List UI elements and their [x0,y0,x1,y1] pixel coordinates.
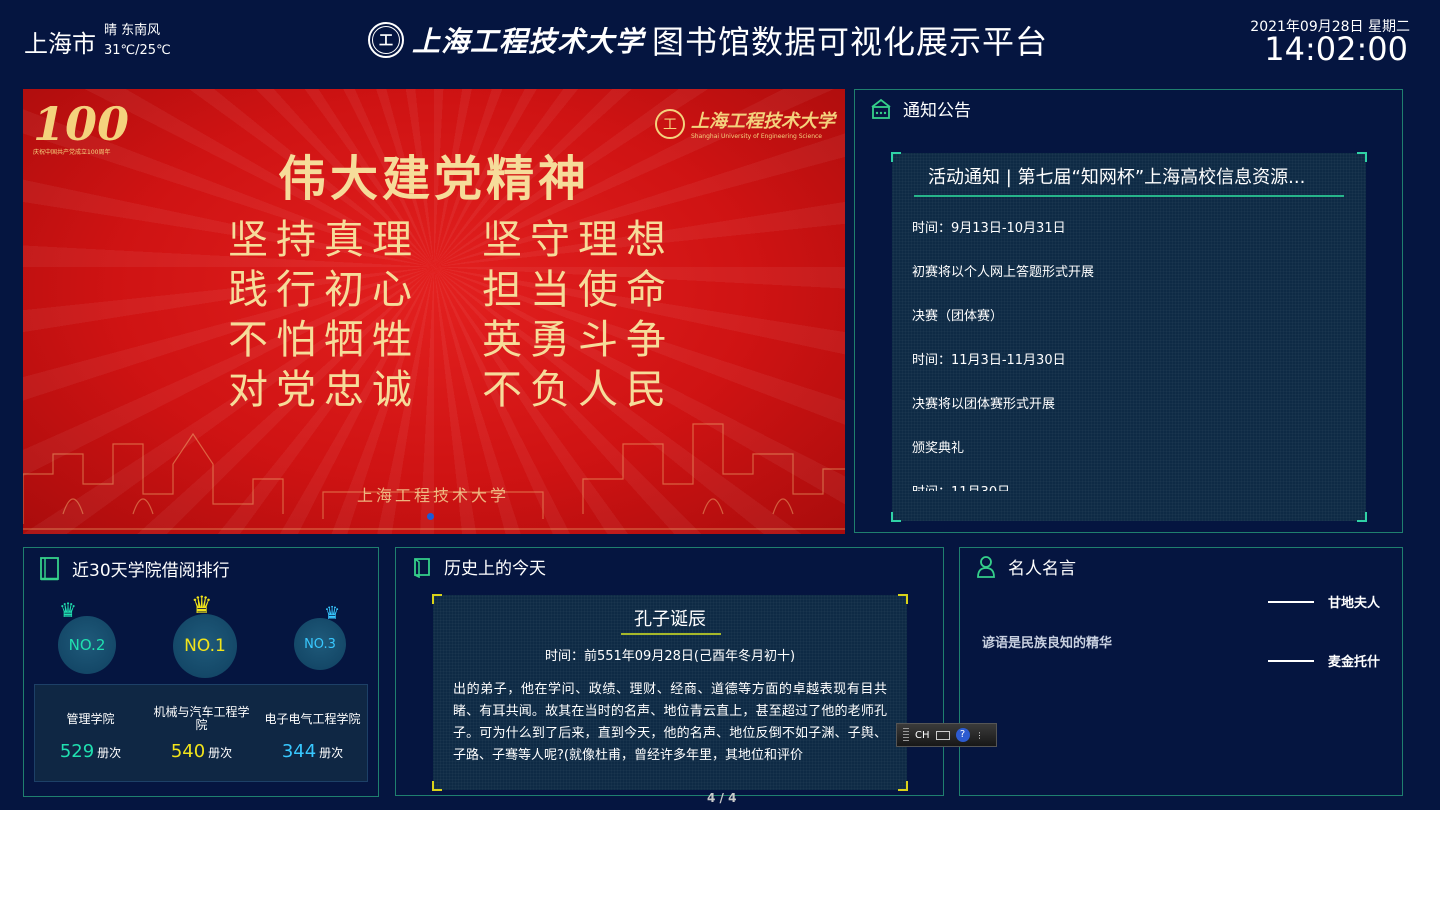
notice-line: 时间：11月3日-11月30日 [912,353,1066,368]
ranking-item: 机械与汽车工程学院 540 册次 [146,685,257,763]
ranking-item: 电子电气工程学院 344 册次 [257,685,368,762]
notice-board-icon [869,97,893,121]
slogan: 英勇斗争 [482,317,674,363]
ime-language[interactable]: CH [915,730,930,741]
banner-headline: 伟大建党精神 [277,151,590,207]
slogan: 担当使命 [482,267,674,313]
rank-badge-1: NO.1 [173,614,237,678]
ranking-item: 管理学院 529 册次 [35,685,146,762]
borrow-count: 344 [281,741,317,762]
weather-info: 晴 东南风 31℃/25℃ [104,21,171,61]
notice-panel-header: 通知公告 [869,96,971,121]
quote-author: 甘地夫人 [1267,592,1380,611]
help-icon[interactable]: ? [955,728,970,742]
borrow-unit: 册次 [319,746,344,760]
history-heading: 历史上的今天 [444,559,546,579]
slogan: 坚守理想 [482,217,674,263]
gate-sign: 上海工程技术大学 [357,486,510,505]
notice-line: 时间：9月13日-10月31日 [912,221,1066,236]
quote-dash [1267,659,1314,662]
quotes-panel-header: 名人名言 [974,554,1076,579]
quote-text: 谚语是民族良知的精华 [982,636,1113,651]
college-name: 机械与汽车工程学院 [153,705,250,732]
quotes-panel: 名人名言 甘地夫人 谚语是民族良知的精华 麦金托什 [959,547,1403,796]
notice-heading: 通知公告 [903,101,971,121]
current-time: 14:02:00 [1264,30,1408,68]
banner-carousel[interactable]: 100 庆祝中国共产党成立100周年 工 上海工程技术大学 Shanghai U… [23,89,845,534]
rank-badge-3: NO.3 [294,618,346,670]
book-open-icon [410,555,434,579]
notice-line: 决赛（团体赛） [912,309,1004,324]
ime-toolbar[interactable]: CH ? ⋮ [896,723,997,747]
keyboard-icon[interactable] [935,730,950,740]
history-panel-header: 历史上的今天 [410,554,546,579]
notice-line: 初赛将以个人网上答题形式开展 [912,265,1095,280]
banner-school-logo: 工 上海工程技术大学 Shanghai University of Engine… [655,107,835,140]
quote-dash [1267,600,1314,603]
borrow-unit: 册次 [208,746,233,760]
weather-desc: 晴 东南风 [104,23,161,38]
notice-frame: 活动通知 | 第七届“知网杯”上海高校信息资源... 时间：9月13日-10月3… [891,152,1367,522]
notice-line: 决赛将以团体赛形式开展 [912,397,1056,412]
slogan: 不怕牺牲 [228,317,420,363]
banner-school-name: 上海工程技术大学 [691,111,835,132]
dashboard-screen: 上海市 晴 东南风 31℃/25℃ 工 上海工程技术大学 图书馆数据可视化展示平… [0,0,1440,810]
history-title-underline [621,633,721,635]
notice-title[interactable]: 活动通知 | 第七届“知网杯”上海高校信息资源... [914,163,1344,197]
ranking-table: 管理学院 529 册次 机械与汽车工程学院 540 册次 电子电气工程学院 344 册… [34,684,368,782]
carousel-indicator-dot[interactable] [427,513,434,520]
ranking-panel-header: 近30天学院借阅排行 [38,556,230,581]
borrow-count: 529 [59,741,95,762]
history-time: 时间：前551年09月28日(己酉年冬月初十) [544,649,796,664]
borrow-count: 540 [170,741,206,762]
history-frame: 孔子诞辰 时间：前551年09月28日(己酉年冬月初十) 出的弟子，他在学问、政… [432,594,908,791]
city-name: 上海市 [24,30,96,58]
notice-line: 颁奖典礼 [912,441,965,456]
page-title: 工 上海工程技术大学 图书馆数据可视化展示平台 [368,18,1048,62]
drag-handle-icon[interactable] [903,728,909,742]
banner-seal-icon: 工 [655,108,685,139]
rank-badge-2: NO.2 [58,616,116,674]
person-icon [974,555,998,579]
history-panel: 历史上的今天 孔子诞辰 时间：前551年09月28日(己酉年冬月初十) 出的弟子… [395,547,944,796]
options-icon[interactable]: ⋮ [976,731,984,740]
school-name: 上海工程技术大学 [412,25,645,58]
history-title: 孔子诞辰 [634,609,706,630]
ranking-panel: 近30天学院借阅排行 ♛ NO.2 ♛ NO.1 ♛ NO.3 管理学院 529… [23,547,379,797]
ranking-heading: 近30天学院借阅排行 [72,561,230,581]
campus-skyline-illustration [23,423,845,530]
book-icon [38,556,62,581]
slogan: 坚持真理 [228,217,420,263]
quote-author: 麦金托什 [1267,651,1380,670]
quotes-heading: 名人名言 [1008,559,1076,579]
university-seal-icon: 工 [368,22,404,58]
notice-line: 时间：11月30日 [912,475,1346,491]
notice-panel: 通知公告 活动通知 | 第七届“知网杯”上海高校信息资源... 时间：9月13日… [854,89,1403,533]
temperature: 31℃/25℃ [104,43,171,58]
notice-body: 时间：9月13日-10月31日 初赛将以个人网上答题形式开展 决赛（团体赛） 时… [912,211,1346,491]
platform-title: 图书馆数据可视化展示平台 [652,23,1049,61]
borrow-unit: 册次 [97,746,122,760]
history-body: 出的弟子，他在学问、政绩、理财、经商、道德等方面的卓越表现有目共睹、有耳共闻。故… [453,682,887,763]
page-indicator: 4 / 4 [707,791,737,805]
college-name: 电子电气工程学院 [264,711,361,726]
college-name: 管理学院 [66,711,115,726]
slogan: 践行初心 [228,267,420,313]
